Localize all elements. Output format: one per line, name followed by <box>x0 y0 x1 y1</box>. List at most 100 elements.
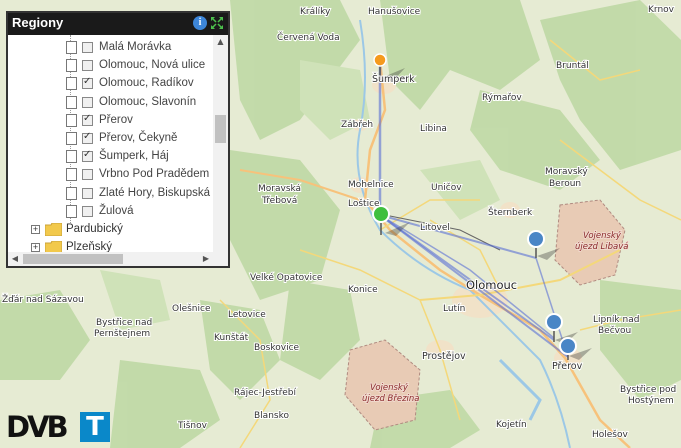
tree-item[interactable]: Šumperk, Háj <box>8 148 213 166</box>
place-label: Krnov <box>648 5 675 15</box>
military-area-label: újezd Libavá <box>575 242 628 252</box>
military-area-label: újezd Březina <box>362 394 420 404</box>
place-label: Velké Opatovice <box>250 272 323 283</box>
tree-item[interactable]: Olomouc, Nová ulice <box>8 57 213 75</box>
place-label: Konice <box>348 285 378 295</box>
logo-t: T <box>80 412 110 442</box>
region-checkbox[interactable] <box>82 169 93 181</box>
panel-titlebar: Regiony i <box>8 13 228 35</box>
node-toggle[interactable] <box>66 168 77 182</box>
scroll-up-icon[interactable]: ▲ <box>213 35 228 49</box>
place-label: Moravská <box>258 184 301 194</box>
tree-item[interactable]: Vrbno Pod Pradědem <box>8 166 213 184</box>
tree-item-label: Žulová <box>99 204 134 217</box>
place-label: Holešov <box>592 429 629 440</box>
region-checkbox[interactable] <box>82 60 93 72</box>
tree-item[interactable]: Malá Morávka <box>8 39 213 57</box>
place-label: Bruntál <box>556 61 589 71</box>
place-label: Kojetín <box>496 420 527 430</box>
place-label: Prostějov <box>422 351 466 362</box>
place-label: Třebová <box>261 196 297 206</box>
folder-icon <box>45 223 62 236</box>
plus-icon[interactable]: + <box>31 243 40 253</box>
tree-item-label: Olomouc, Radíkov <box>99 77 194 90</box>
tree-item[interactable]: Zlaté Hory, Biskupská <box>8 185 213 203</box>
place-label: Libina <box>420 124 447 134</box>
place-label: Šternberk <box>488 206 533 218</box>
place-label: Tišnov <box>177 420 208 431</box>
place-label: Hostýnem <box>628 396 674 406</box>
node-toggle[interactable] <box>66 132 77 145</box>
scroll-left-icon[interactable]: ◀ <box>9 252 21 266</box>
regions-panel: Regiony i Malá Morávka Olomouc, Nová ulic… <box>6 11 230 268</box>
node-toggle[interactable] <box>66 204 77 218</box>
place-label: Červená Voda <box>277 31 340 43</box>
tree-item-label: Malá Morávka <box>99 41 172 53</box>
tree-item[interactable]: Žulová <box>8 203 213 221</box>
expand-icon[interactable] <box>209 15 225 31</box>
place-label: Bystřice pod <box>620 385 676 395</box>
place-label: Blansko <box>254 411 289 421</box>
tree-item[interactable]: Olomouc, Radíkov <box>8 75 213 93</box>
tree-item-label: Přerov, Čekyně <box>99 132 178 144</box>
place-label: Beroun <box>549 179 581 189</box>
place-label: Boskovice <box>254 343 300 353</box>
tree-item[interactable]: Přerov <box>8 112 213 130</box>
place-label: Moravský <box>545 167 588 177</box>
place-label: Přerov <box>552 361 583 372</box>
node-toggle[interactable] <box>66 77 77 91</box>
place-label: Lutín <box>443 304 465 314</box>
region-checkbox[interactable] <box>82 42 93 53</box>
info-icon[interactable]: i <box>193 16 207 30</box>
tree-group[interactable]: + Pardubický <box>8 221 213 239</box>
tree-item-label: Olomouc, Nová ulice <box>99 59 206 72</box>
node-toggle[interactable] <box>66 186 77 200</box>
place-label: Zábřeh <box>341 120 373 130</box>
tree-group-label: Pardubický <box>66 223 123 235</box>
logo-text: DVB <box>6 410 69 444</box>
scroll-thumb[interactable] <box>215 115 226 143</box>
place-label: Loštice <box>348 198 380 209</box>
hscroll-thumb[interactable] <box>23 254 123 264</box>
region-tree: Malá Morávka Olomouc, Nová ulice Olomouc, … <box>8 35 213 263</box>
tree-item-label: Zlaté Hory, Biskupská <box>99 186 210 199</box>
node-toggle[interactable] <box>66 150 77 164</box>
place-label: Rájec-Jestřebí <box>234 388 296 398</box>
place-label: Lipník nad <box>593 315 639 325</box>
region-checkbox[interactable] <box>82 96 93 108</box>
panel-title: Regiony <box>12 15 64 30</box>
tree-item-label: Přerov <box>99 113 133 126</box>
tree-item-label: Šumperk, Háj <box>99 150 169 163</box>
place-label: Olomouc <box>466 278 517 292</box>
place-label: Bečvou <box>598 325 631 336</box>
node-toggle[interactable] <box>66 59 77 73</box>
place-label: Žďár nad Sázavou <box>2 293 84 305</box>
tree-item[interactable]: Olomouc, Slavonín <box>8 94 213 112</box>
node-toggle[interactable] <box>66 113 77 127</box>
place-label-part: Bystřice nad <box>96 318 152 328</box>
vertical-scrollbar[interactable]: ▲ ▼ <box>213 35 228 263</box>
region-checkbox[interactable] <box>82 149 93 163</box>
node-toggle[interactable] <box>66 41 77 54</box>
place-label: Mohelnice <box>348 180 394 190</box>
region-checkbox[interactable] <box>82 76 93 90</box>
node-toggle[interactable] <box>66 95 77 109</box>
region-checkbox[interactable] <box>82 205 93 217</box>
military-area-label: Vojenský <box>370 383 409 393</box>
place-label: Olešnice <box>172 303 211 314</box>
military-area-label: Vojenský <box>583 231 622 241</box>
scroll-right-icon[interactable]: ▶ <box>200 252 212 266</box>
tree-item[interactable]: Přerov, Čekyně <box>8 130 213 148</box>
plus-icon[interactable]: + <box>31 225 40 234</box>
tree-item-label: Olomouc, Slavonín <box>99 95 197 108</box>
region-checkbox[interactable] <box>82 113 93 126</box>
place-label: Králíky <box>300 7 331 17</box>
place-label-part: Pernštejnem <box>94 328 150 339</box>
tree-item-label: Vrbno Pod Pradědem <box>99 168 210 181</box>
place-label: Rýmařov <box>482 93 522 103</box>
horizontal-scrollbar[interactable]: ◀ ▶ <box>8 252 228 266</box>
place-label: Litovel <box>420 223 450 233</box>
region-checkbox[interactable] <box>82 187 93 199</box>
region-checkbox[interactable] <box>82 131 93 144</box>
place-label: Šumperk <box>372 73 415 85</box>
